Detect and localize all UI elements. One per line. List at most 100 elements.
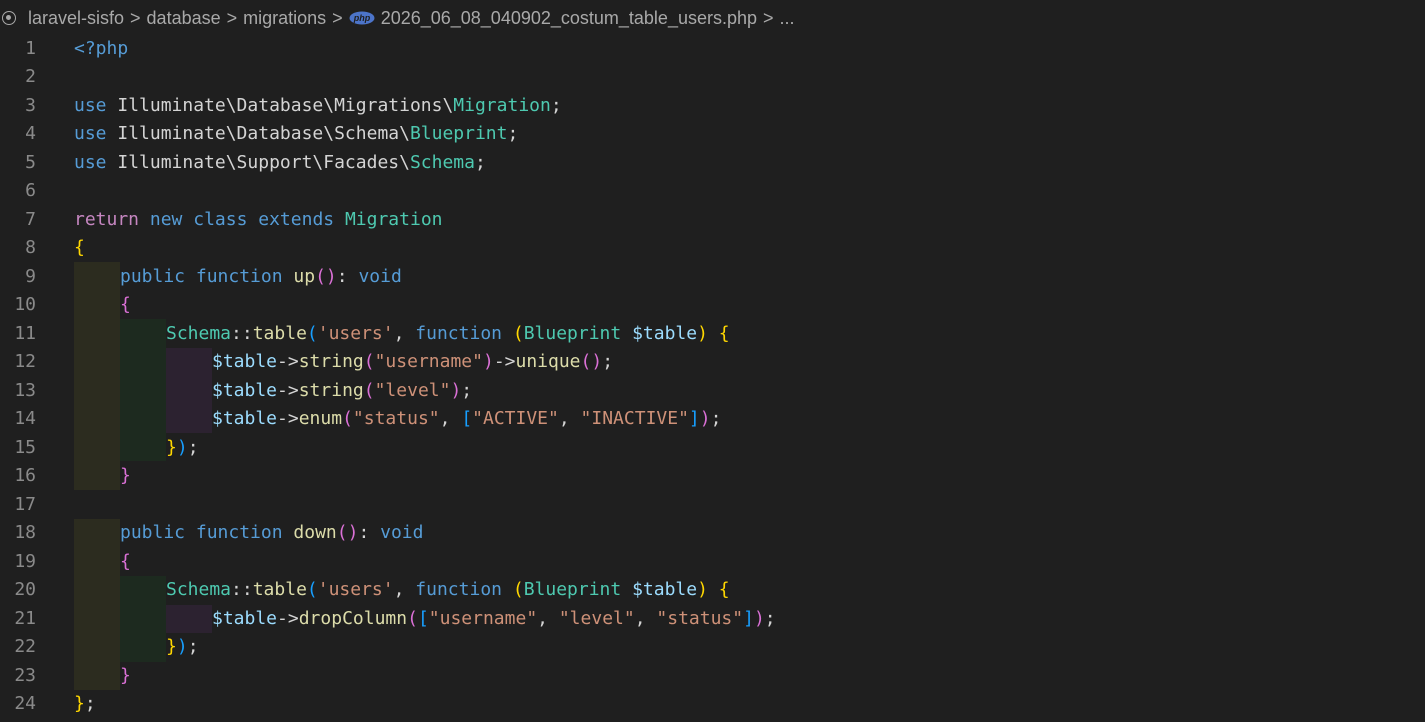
- function-name: up: [282, 265, 316, 287]
- method-name: table: [252, 322, 307, 344]
- breadcrumb-project[interactable]: laravel-sisfo: [28, 8, 124, 29]
- method-name: string: [298, 351, 364, 373]
- variable: $table: [212, 379, 278, 401]
- breadcrumb-file[interactable]: 2026_06_08_040902_costum_table_users.php: [381, 8, 757, 29]
- line-number: 13: [14, 379, 36, 401]
- return-type: void: [369, 522, 424, 544]
- namespace: Illuminate\Database\Schema\: [106, 123, 410, 145]
- arrow: ->: [493, 351, 516, 373]
- line-number: 2: [25, 66, 36, 88]
- punctuation: ,: [537, 607, 559, 629]
- keyword-function: function: [185, 265, 283, 287]
- line-number: 3: [25, 94, 36, 116]
- line-number: 5: [25, 151, 36, 173]
- keyword: use: [74, 123, 107, 145]
- breadcrumb-database[interactable]: database: [147, 8, 221, 29]
- keyword: use: [74, 94, 107, 116]
- brace: }: [120, 664, 131, 686]
- line-number: 6: [25, 180, 36, 202]
- string: 'users': [317, 579, 394, 601]
- class-name: Schema: [166, 579, 232, 601]
- punctuation: ;: [84, 693, 96, 715]
- line-number: 1: [25, 37, 36, 59]
- method-name: string: [298, 379, 364, 401]
- class-name: Schema: [409, 151, 475, 173]
- brace: {: [120, 550, 131, 572]
- punctuation: ,: [393, 579, 416, 601]
- brace: {: [718, 322, 730, 344]
- class-name: Blueprint: [523, 322, 622, 344]
- punctuation: ;: [550, 94, 562, 116]
- paren: ): [699, 408, 711, 430]
- breadcrumb-more[interactable]: ...: [780, 8, 795, 29]
- line-number: 16: [14, 465, 36, 487]
- code-line: 10 {: [0, 291, 1425, 320]
- string: "status": [656, 607, 744, 629]
- string: "level": [558, 607, 635, 629]
- punctuation: ;: [461, 379, 473, 401]
- code-line: 21 $table -> dropColumn(["username", "leve…: [0, 604, 1425, 633]
- method-name: table: [252, 579, 307, 601]
- punctuation: ,: [393, 322, 416, 344]
- punctuation: ;: [507, 123, 519, 145]
- brace: {: [74, 237, 85, 259]
- code-editor[interactable]: 1 <?php 2 3 use Illuminate\Database\Migr…: [0, 34, 1425, 722]
- code-line: 7 return new class extends Migration: [0, 205, 1425, 234]
- line-number: 15: [14, 436, 36, 458]
- code-line: 4 use Illuminate\Database\Schema\ Bluepri…: [0, 120, 1425, 149]
- paren: (: [363, 351, 375, 373]
- brace: }: [166, 636, 177, 658]
- code-line: 14 $table -> enum("status", ["ACTIVE", "IN…: [0, 405, 1425, 434]
- code-line: 5 use Illuminate\Support\Facades\ Schema;: [0, 148, 1425, 177]
- parens: (): [580, 351, 603, 373]
- code-line: 16 }: [0, 462, 1425, 491]
- line-number: 18: [14, 522, 36, 544]
- bracket: [: [461, 408, 473, 430]
- punctuation: ;: [710, 408, 722, 430]
- variable: $table: [212, 607, 278, 629]
- keyword-function: function: [185, 522, 283, 544]
- line-number: 4: [25, 123, 36, 145]
- line-number: 22: [14, 636, 36, 658]
- brace: {: [718, 579, 730, 601]
- punctuation: ;: [602, 351, 614, 373]
- php-icon-label: php: [352, 13, 370, 23]
- string: "level": [374, 379, 451, 401]
- string: "username": [428, 607, 538, 629]
- parens: (): [336, 522, 359, 544]
- paren: ): [482, 351, 494, 373]
- namespace: Illuminate\Database\Migrations\: [106, 94, 454, 116]
- breadcrumb-separator: >: [763, 7, 774, 28]
- brace: }: [166, 436, 177, 458]
- breadcrumb: laravel-sisfo > database > migrations > …: [0, 0, 1425, 36]
- paren: ): [697, 322, 708, 344]
- variable: $table: [621, 322, 698, 344]
- punctuation: :: [336, 265, 348, 287]
- paren: (: [363, 379, 375, 401]
- code-line: 3 use Illuminate\Database\Migrations\ Mig…: [0, 91, 1425, 120]
- line-number: 9: [25, 265, 36, 287]
- punctuation: ::: [231, 579, 253, 601]
- paren: ): [176, 636, 188, 658]
- class-name: Blueprint: [523, 579, 622, 601]
- breadcrumb-migrations[interactable]: migrations: [243, 8, 326, 29]
- bracket: ]: [688, 408, 700, 430]
- breadcrumb-separator: >: [226, 7, 238, 28]
- paren: (: [512, 322, 524, 344]
- variable: $table: [212, 408, 278, 430]
- brace: }: [74, 693, 85, 715]
- code-line: 11 Schema:: table('users', function (Blue…: [0, 319, 1425, 348]
- keyword-public: public: [120, 265, 186, 287]
- arrow: ->: [277, 408, 299, 430]
- string: "ACTIVE": [472, 408, 559, 430]
- breadcrumb-separator: >: [332, 7, 343, 28]
- punctuation: ,: [439, 408, 462, 430]
- code-line: 2: [0, 63, 1425, 92]
- string: "status": [352, 408, 440, 430]
- code-line: 8 {: [0, 234, 1425, 263]
- punctuation: ;: [474, 151, 486, 173]
- php-file-icon: php: [349, 11, 375, 25]
- code-line: 23 }: [0, 661, 1425, 690]
- keyword-new: new: [139, 208, 183, 230]
